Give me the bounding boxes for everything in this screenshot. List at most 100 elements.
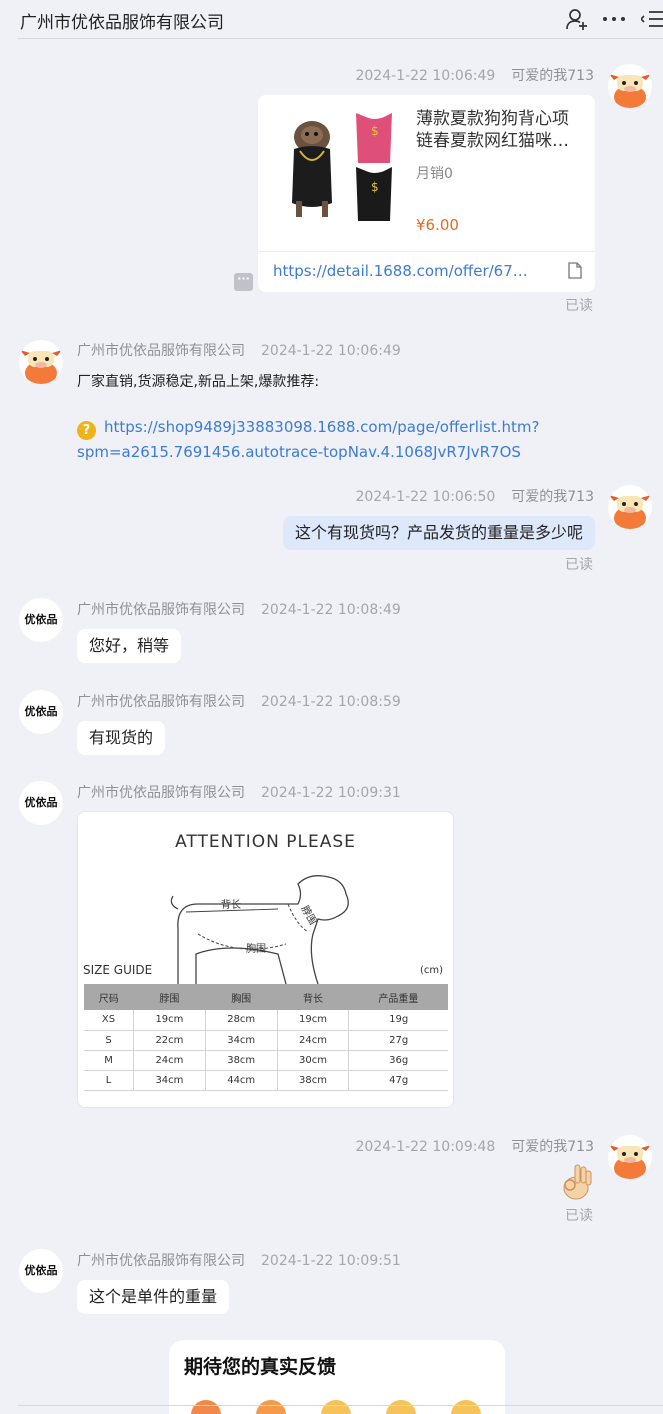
product-title[interactable]: 薄款夏款狗狗背心项链春夏款网红猫咪… <box>416 108 581 152</box>
table-cell: M <box>84 1050 135 1071</box>
message-bubble[interactable]: 您好，稍等 <box>77 629 182 663</box>
svg-text:$: $ <box>371 180 379 194</box>
message-time: 2024-1-22 10:08:59 <box>261 694 401 710</box>
sender-name: 广州市优依品服饰有限公司 <box>77 694 245 710</box>
sender-name: 广州市优依品服饰有限公司 <box>77 602 245 618</box>
table-cell: XS <box>84 1010 135 1031</box>
sender-name: 广州市优依品服饰有限公司 <box>77 1253 245 1269</box>
header-divider <box>18 38 663 39</box>
message-meta: 广州市优依品服饰有限公司 2024-1-22 10:09:31 <box>77 782 401 802</box>
my-avatar[interactable] <box>608 64 652 108</box>
rating-face-4-icon[interactable] <box>386 1400 416 1414</box>
cow-avatar-icon <box>609 74 651 108</box>
message-meta: 广州市优依品服饰有限公司 2024-1-22 10:08:49 <box>77 599 401 619</box>
size-table-header: 背长 <box>277 984 349 1010</box>
message-meta: 广州市优依品服饰有限公司 2024-1-22 10:09:51 <box>77 1250 401 1270</box>
size-table-header: 胸围 <box>205 984 278 1010</box>
rating-face-3-icon[interactable] <box>321 1400 351 1414</box>
message-meta: 广州市优依品服饰有限公司 2024-1-22 10:08:59 <box>77 691 401 711</box>
rating-face-5-icon[interactable] <box>451 1400 481 1414</box>
table-cell: 38cm <box>205 1050 278 1071</box>
table-cell: 19cm <box>133 1010 206 1031</box>
shop-avatar[interactable]: 优依品 <box>19 690 63 734</box>
message-meta: 2024-1-22 10:09:48 可爱的我713 <box>355 1136 594 1156</box>
dog-measure-diagram <box>170 875 349 984</box>
read-status: 已读 <box>565 557 593 573</box>
read-status: 已读 <box>565 1208 593 1224</box>
table-row: M 24cm 38cm 30cm 36g <box>84 1050 448 1071</box>
shop-avatar[interactable]: 优依品 <box>19 781 63 825</box>
feedback-title: 期待您的真实反馈 <box>184 1356 337 1378</box>
my-avatar[interactable] <box>608 1135 652 1179</box>
message-time: 2024-1-22 10:06:49 <box>355 68 496 84</box>
message-bubble[interactable]: 这个是单件的重量 <box>77 1280 230 1314</box>
sender-name: 广州市优依品服饰有限公司 <box>77 343 245 359</box>
table-cell: 24cm <box>133 1050 206 1071</box>
question-icon: ? <box>77 421 96 440</box>
promo-text: 厂家直销,货源稳定,新品上架,爆款推荐: <box>77 374 320 390</box>
message-time: 2024-1-22 10:09:51 <box>261 1253 401 1269</box>
promo-link-row[interactable]: ? https://shop9489j33883098.1688.com/page… <box>77 415 547 464</box>
ok-hand-icon[interactable] <box>558 1163 594 1201</box>
svg-text:$: $ <box>371 124 379 138</box>
table-cell: 34cm <box>133 1070 206 1091</box>
chat-header: 广州市优依品服饰有限公司 <box>0 0 663 39</box>
table-cell: S <box>84 1030 135 1051</box>
shop-avatar[interactable]: 优依品 <box>19 1249 63 1293</box>
table-cell: 47g <box>348 1070 448 1091</box>
message-time: 2024-1-22 10:08:49 <box>261 602 401 618</box>
message-time: 2024-1-22 10:09:31 <box>261 785 401 801</box>
card-divider <box>258 251 595 252</box>
cow-avatar-icon <box>609 1145 651 1179</box>
bottom-divider <box>18 1405 663 1406</box>
size-table-header: 脖围 <box>133 984 206 1010</box>
message-bubble[interactable]: 这个有现货吗？产品发货的重量是多少呢 <box>282 516 595 550</box>
cow-avatar-icon <box>609 495 651 529</box>
read-status: 已读 <box>565 298 593 314</box>
rating-face-2-icon[interactable] <box>256 1400 286 1414</box>
product-price: ¥6.00 <box>416 216 459 234</box>
add-contact-icon[interactable] <box>565 8 589 30</box>
message-time: 2024-1-22 10:06:50 <box>355 489 496 505</box>
product-image: $ $ <box>292 113 392 221</box>
shop-link[interactable]: https://shop9489j33883098.1688.com/page/… <box>77 418 539 461</box>
table-cell: 38cm <box>277 1070 350 1091</box>
table-cell: 22cm <box>133 1030 206 1051</box>
message-time: 2024-1-22 10:06:49 <box>261 343 401 359</box>
size-guide-title: ATTENTION PLEASE <box>175 832 356 852</box>
chat-title: 广州市优依品服饰有限公司 <box>20 13 224 33</box>
size-table: 尺码 脖围 胸围 背长 产品重量 XS 19cm 28cm 19cm 19g S 22cm 34cm 2… <box>84 984 448 1091</box>
copy-link-icon[interactable] <box>568 262 582 279</box>
table-cell: 28cm <box>205 1010 278 1031</box>
sender-name: 广州市优依品服饰有限公司 <box>77 785 245 801</box>
size-guide-subtitle: SIZE GUIDE <box>83 963 153 977</box>
size-guide-image[interactable]: ATTENTION PLEASE 背长 脖围 胸围 SIZE GUIDE (cm… <box>77 811 454 1108</box>
table-cell: 19cm <box>277 1010 350 1031</box>
message-meta: 2024-1-22 10:06:50 可爱的我713 <box>355 486 594 506</box>
more-options-button[interactable]: ··· <box>234 273 253 291</box>
table-cell: L <box>84 1070 135 1091</box>
table-cell: 24cm <box>277 1030 350 1051</box>
feedback-card: 期待您的真实反馈 <box>169 1340 505 1414</box>
menu-list-icon[interactable] <box>641 8 663 30</box>
size-table-header: 尺码 <box>84 984 134 1010</box>
table-cell: 34cm <box>205 1030 278 1051</box>
table-cell: 36g <box>348 1050 448 1071</box>
table-row: S 22cm 34cm 24cm 27g <box>84 1030 448 1051</box>
shop-bot-avatar[interactable] <box>19 340 63 384</box>
product-card[interactable]: $ $ 薄款夏款狗狗背心项链春夏款网红猫咪… 月销0 ¥6.00 https:/… <box>258 95 595 292</box>
table-cell: 27g <box>348 1030 448 1051</box>
message-meta: 2024-1-22 10:06:49 可爱的我713 <box>355 65 594 85</box>
more-icon[interactable] <box>602 8 626 30</box>
cow-avatar-icon <box>20 350 62 384</box>
table-row: XS 19cm 28cm 19cm 19g <box>84 1010 448 1031</box>
my-avatar[interactable] <box>608 485 652 529</box>
sender-name: 可爱的我713 <box>511 68 594 84</box>
shop-avatar[interactable]: 优依品 <box>19 598 63 642</box>
message-bubble[interactable]: 有现货的 <box>77 721 166 755</box>
table-cell: 30cm <box>277 1050 350 1071</box>
product-link[interactable]: https://detail.1688.com/offer/67… <box>273 262 528 280</box>
size-guide-unit: (cm) <box>420 965 444 976</box>
rating-face-1-icon[interactable] <box>191 1400 221 1414</box>
sender-name: 可爱的我713 <box>511 1139 594 1155</box>
